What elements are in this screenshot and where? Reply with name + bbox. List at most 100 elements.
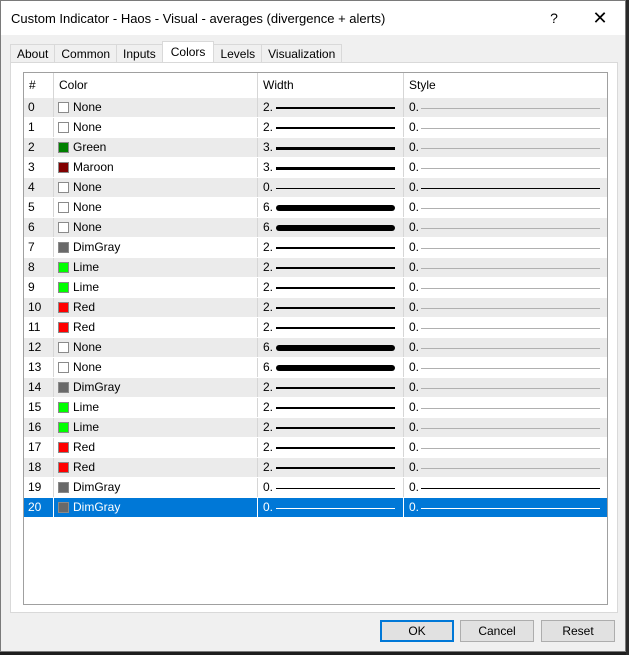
style-cell[interactable]: 0. — [404, 358, 607, 377]
ok-button[interactable]: OK — [380, 620, 454, 642]
width-cell[interactable]: 3. — [258, 158, 404, 177]
width-cell[interactable]: 0. — [258, 478, 404, 497]
style-cell[interactable]: 0. — [404, 318, 607, 337]
style-cell[interactable]: 0. — [404, 158, 607, 177]
color-cell[interactable]: DimGray — [54, 378, 258, 397]
color-cell[interactable]: Red — [54, 298, 258, 317]
width-cell[interactable]: 2. — [258, 238, 404, 257]
table-row[interactable]: 16 Lime 2. 0. — [24, 418, 607, 438]
reset-button[interactable]: Reset — [541, 620, 615, 642]
width-preview-line — [276, 427, 395, 429]
table-row[interactable]: 15 Lime 2. 0. — [24, 398, 607, 418]
table-row[interactable]: 7 DimGray 2. 0. — [24, 238, 607, 258]
width-cell[interactable]: 0. — [258, 178, 404, 197]
header-number[interactable]: # — [24, 73, 54, 98]
table-row[interactable]: 14 DimGray 2. 0. — [24, 378, 607, 398]
color-cell[interactable]: Red — [54, 318, 258, 337]
width-cell[interactable]: 0. — [258, 498, 404, 517]
style-cell[interactable]: 0. — [404, 138, 607, 157]
width-cell[interactable]: 2. — [258, 458, 404, 477]
width-cell[interactable]: 6. — [258, 218, 404, 237]
tab-inputs[interactable]: Inputs — [116, 44, 163, 62]
color-cell[interactable]: None — [54, 358, 258, 377]
width-cell[interactable]: 2. — [258, 418, 404, 437]
table-row[interactable]: 5 None 6. 0. — [24, 198, 607, 218]
header-width[interactable]: Width — [258, 73, 404, 98]
tab-common[interactable]: Common — [54, 44, 118, 62]
width-cell[interactable]: 2. — [258, 318, 404, 337]
style-cell[interactable]: 0. — [404, 378, 607, 397]
width-cell[interactable]: 2. — [258, 438, 404, 457]
style-cell[interactable]: 0. — [404, 438, 607, 457]
style-cell[interactable]: 0. — [404, 498, 607, 517]
help-button[interactable]: ? — [532, 1, 576, 35]
style-cell[interactable]: 0. — [404, 478, 607, 497]
width-cell[interactable]: 2. — [258, 258, 404, 277]
style-cell[interactable]: 0. — [404, 118, 607, 137]
table-row[interactable]: 1 None 2. 0. — [24, 118, 607, 138]
style-cell[interactable]: 0. — [404, 178, 607, 197]
color-cell[interactable]: Red — [54, 458, 258, 477]
table-row[interactable]: 9 Lime 2. 0. — [24, 278, 607, 298]
color-cell[interactable]: Red — [54, 438, 258, 457]
width-cell[interactable]: 6. — [258, 358, 404, 377]
width-cell[interactable]: 2. — [258, 98, 404, 117]
width-cell[interactable]: 2. — [258, 298, 404, 317]
table-row[interactable]: 19 DimGray 0. 0. — [24, 478, 607, 498]
style-cell[interactable]: 0. — [404, 278, 607, 297]
table-row[interactable]: 13 None 6. 0. — [24, 358, 607, 378]
width-cell[interactable]: 6. — [258, 198, 404, 217]
color-cell[interactable]: None — [54, 118, 258, 137]
style-cell[interactable]: 0. — [404, 398, 607, 417]
header-style[interactable]: Style — [404, 73, 607, 98]
width-cell[interactable]: 2. — [258, 378, 404, 397]
color-cell[interactable]: DimGray — [54, 238, 258, 257]
style-cell[interactable]: 0. — [404, 238, 607, 257]
table-row[interactable]: 17 Red 2. 0. — [24, 438, 607, 458]
color-cell[interactable]: Green — [54, 138, 258, 157]
color-cell[interactable]: DimGray — [54, 478, 258, 497]
style-cell[interactable]: 0. — [404, 98, 607, 117]
table-row[interactable]: 0 None 2. 0. — [24, 98, 607, 118]
tab-visualization[interactable]: Visualization — [261, 44, 343, 62]
style-cell[interactable]: 0. — [404, 298, 607, 317]
color-cell[interactable]: DimGray — [54, 498, 258, 517]
color-cell[interactable]: Lime — [54, 398, 258, 417]
width-cell[interactable]: 2. — [258, 398, 404, 417]
color-cell[interactable]: None — [54, 198, 258, 217]
style-cell[interactable]: 0. — [404, 338, 607, 357]
table-row[interactable]: 3 Maroon 3. 0. — [24, 158, 607, 178]
table-row[interactable]: 18 Red 2. 0. — [24, 458, 607, 478]
color-cell[interactable]: None — [54, 338, 258, 357]
color-cell[interactable]: None — [54, 98, 258, 117]
tab-colors[interactable]: Colors — [161, 41, 215, 62]
color-cell[interactable]: None — [54, 178, 258, 197]
table-row[interactable]: 6 None 6. 0. — [24, 218, 607, 238]
tab-levels[interactable]: Levels — [213, 44, 263, 62]
style-cell[interactable]: 0. — [404, 258, 607, 277]
color-cell[interactable]: Lime — [54, 418, 258, 437]
table-row[interactable]: 12 None 6. 0. — [24, 338, 607, 358]
width-cell[interactable]: 3. — [258, 138, 404, 157]
header-color[interactable]: Color — [54, 73, 258, 98]
style-cell[interactable]: 0. — [404, 418, 607, 437]
width-cell[interactable]: 2. — [258, 118, 404, 137]
table-row[interactable]: 20 DimGray 0. 0. — [24, 498, 607, 518]
tab-about[interactable]: About — [10, 44, 56, 62]
cancel-button[interactable]: Cancel — [460, 620, 534, 642]
table-row[interactable]: 2 Green 3. 0. — [24, 138, 607, 158]
style-cell[interactable]: 0. — [404, 218, 607, 237]
close-button[interactable]: ✕ — [578, 1, 622, 35]
color-cell[interactable]: Lime — [54, 258, 258, 277]
table-row[interactable]: 11 Red 2. 0. — [24, 318, 607, 338]
style-cell[interactable]: 0. — [404, 458, 607, 477]
table-row[interactable]: 8 Lime 2. 0. — [24, 258, 607, 278]
color-cell[interactable]: None — [54, 218, 258, 237]
table-row[interactable]: 4 None 0. 0. — [24, 178, 607, 198]
width-cell[interactable]: 2. — [258, 278, 404, 297]
table-row[interactable]: 10 Red 2. 0. — [24, 298, 607, 318]
style-cell[interactable]: 0. — [404, 198, 607, 217]
width-cell[interactable]: 6. — [258, 338, 404, 357]
color-cell[interactable]: Lime — [54, 278, 258, 297]
color-cell[interactable]: Maroon — [54, 158, 258, 177]
